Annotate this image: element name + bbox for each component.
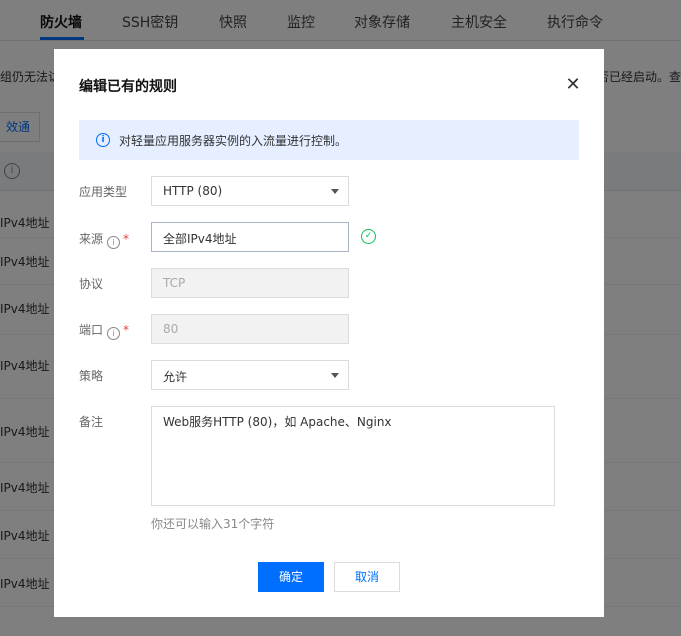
port-value: 80 <box>163 322 179 336</box>
cancel-button[interactable]: 取消 <box>334 562 400 592</box>
remark-label: 备注 <box>79 415 104 429</box>
remark-value: Web服务HTTP (80)，如 Apache、Nginx <box>163 415 392 429</box>
remark-char-hint: 你还可以输入31个字符 <box>151 517 275 531</box>
app-type-value: HTTP (80) <box>163 184 223 198</box>
info-icon: i <box>96 133 110 147</box>
edit-rule-dialog: 编辑已有的规则 ✕ i 对轻量应用服务器实例的入流量进行控制。 应用类型 HTT… <box>54 49 604 617</box>
protocol-value: TCP <box>163 276 186 290</box>
protocol-input: TCP <box>151 268 349 298</box>
remark-textarea[interactable]: Web服务HTTP (80)，如 Apache、Nginx <box>151 406 555 506</box>
port-label: 端口 i * <box>79 323 130 340</box>
source-value: 全部IPv4地址 <box>163 232 237 246</box>
dialog-title: 编辑已有的规则 <box>79 79 177 95</box>
port-input: 80 <box>151 314 349 344</box>
required-marker: * <box>123 232 130 246</box>
tip-text: 对轻量应用服务器实例的入流量进行控制。 <box>119 134 348 148</box>
check-circle-icon: ✓ <box>361 229 376 244</box>
app-type-select[interactable]: HTTP (80) <box>151 176 349 206</box>
source-label: 来源 i * <box>79 232 130 249</box>
policy-label: 策略 <box>79 369 104 383</box>
policy-select[interactable]: 允许 <box>151 360 349 390</box>
confirm-button[interactable]: 确定 <box>258 562 324 592</box>
required-marker: * <box>123 323 130 337</box>
info-tip: i 对轻量应用服务器实例的入流量进行控制。 <box>79 120 579 160</box>
caret-down-icon <box>331 373 339 378</box>
protocol-label: 协议 <box>79 277 104 291</box>
help-icon[interactable]: i <box>107 236 121 249</box>
source-input[interactable]: 全部IPv4地址 <box>151 222 349 252</box>
help-icon[interactable]: i <box>107 327 121 340</box>
close-icon[interactable]: ✕ <box>563 75 583 95</box>
caret-down-icon <box>331 189 339 194</box>
app-type-label: 应用类型 <box>79 185 128 199</box>
policy-value: 允许 <box>163 370 188 384</box>
